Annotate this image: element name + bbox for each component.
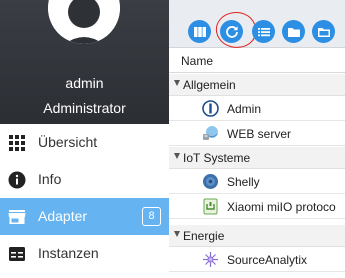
store-icon — [8, 210, 26, 224]
view-tiles-button[interactable] — [188, 20, 211, 43]
user-role: Administrator — [43, 100, 126, 116]
sidebar-item-label: Adapter — [38, 208, 88, 224]
group-row-iot-systeme[interactable]: IoT Systeme — [169, 147, 345, 169]
adapter-row-web-server[interactable]: WEB server — [169, 121, 345, 146]
shelly-adapter-icon — [203, 174, 218, 189]
adapter-name: SourceAnalytix — [227, 253, 308, 267]
avatar[interactable] — [48, 0, 120, 44]
toolbar — [169, 0, 345, 51]
list-icon — [257, 27, 270, 36]
sidebar-nav: Übersicht Info Adapter 8 Instanzen — [0, 124, 169, 272]
folder-icon — [287, 27, 300, 37]
group-label: Allgemein — [183, 78, 236, 92]
web-adapter-icon — [203, 126, 218, 140]
adapter-count-badge: 8 — [142, 207, 161, 226]
group-label: Energie — [183, 229, 225, 243]
adapter-row-shelly[interactable]: Shelly — [169, 169, 345, 194]
caret-down-icon — [174, 231, 180, 237]
caret-down-icon — [174, 153, 180, 159]
adapter-row-xiaomi-miio[interactable]: Xiaomi miIO protoco — [169, 194, 345, 219]
adapter-name: Shelly — [227, 175, 260, 189]
xiaomi-adapter-icon — [203, 198, 218, 215]
sidebar-item-uebersicht[interactable]: Übersicht — [0, 124, 169, 161]
expand-folders-button[interactable] — [312, 20, 335, 43]
sidebar-item-instanzen[interactable]: Instanzen — [0, 235, 169, 272]
adapter-name: Xiaomi miIO protoco — [227, 200, 336, 214]
sidebar-item-label: Übersicht — [38, 134, 98, 150]
list-view-button[interactable] — [252, 20, 275, 43]
group-row-energie[interactable]: Energie — [169, 225, 345, 247]
adapter-name: Admin — [227, 102, 262, 116]
adapter-row-sourceanalytix[interactable]: SourceAnalytix — [169, 247, 345, 272]
info-icon — [8, 171, 26, 189]
name-column-header[interactable]: Name — [169, 49, 345, 73]
sidebar-item-adapter[interactable]: Adapter 8 — [0, 198, 169, 235]
user-name: admin — [65, 75, 104, 91]
view-tiles-icon — [193, 26, 206, 37]
caret-down-icon — [174, 80, 180, 86]
collapse-folders-button[interactable] — [282, 20, 305, 43]
adapter-panel: Name Allgemein Admin WEB server IoT Syst… — [169, 0, 345, 278]
refresh-icon — [225, 25, 238, 38]
sidebar: admin Administrator Übersicht Info Adapt… — [0, 0, 169, 278]
admin-adapter-icon — [202, 100, 219, 117]
grid-icon — [9, 135, 25, 151]
group-label: IoT Systeme — [183, 151, 251, 165]
adapter-row-admin[interactable]: Admin — [169, 96, 345, 121]
user-profile-panel: admin Administrator — [0, 0, 169, 124]
adapter-name: WEB server — [227, 127, 292, 141]
group-row-allgemein[interactable]: Allgemein — [169, 74, 345, 96]
sidebar-item-label: Instanzen — [38, 245, 99, 261]
refresh-button[interactable] — [220, 20, 243, 43]
sourceanalytix-adapter-icon — [203, 252, 218, 267]
sidebar-item-info[interactable]: Info — [0, 161, 169, 198]
folder-open-icon — [317, 27, 330, 37]
user-avatar-icon — [48, 0, 120, 44]
sidebar-item-label: Info — [38, 171, 62, 187]
instances-icon — [9, 247, 25, 261]
